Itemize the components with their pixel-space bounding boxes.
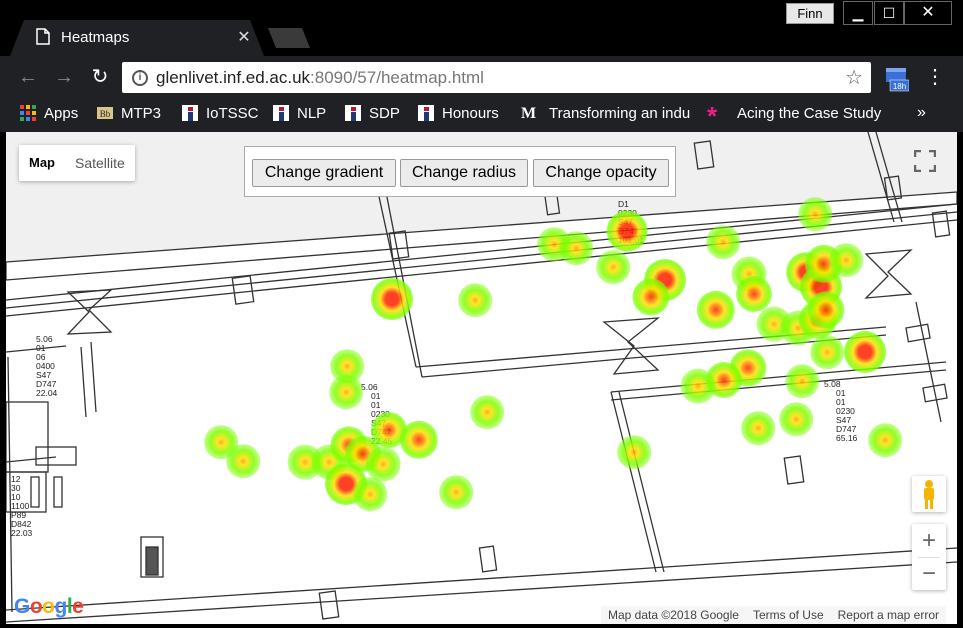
title-bar: Heatmaps ✕ Finn ▁ ☐ ✕ — [0, 0, 963, 56]
map-type-map-button[interactable]: Map — [19, 145, 65, 181]
heatmap-point — [779, 402, 813, 436]
heatmap-point — [365, 446, 401, 482]
minimize-button[interactable]: ▁ — [843, 1, 873, 25]
change-opacity-button[interactable]: Change opacity — [533, 159, 669, 187]
bookmark-transforming[interactable]: M Transforming an indu — [521, 105, 691, 125]
tab-title: Heatmaps — [61, 29, 130, 46]
menu-kebab-icon[interactable]: ⋮ — [925, 63, 945, 91]
fullscreen-icon[interactable] — [914, 150, 936, 172]
heatmap-point — [798, 197, 832, 231]
heatmap-point — [785, 364, 819, 398]
heatmap-point — [606, 210, 648, 252]
heatmap-point — [226, 444, 260, 478]
close-tab-icon[interactable]: ✕ — [236, 27, 252, 47]
bookmarks-overflow-icon[interactable]: » — [917, 104, 926, 122]
change-gradient-button[interactable]: Change gradient — [252, 159, 396, 187]
bookmark-honours[interactable]: Honours — [418, 105, 499, 125]
zoom-in-button[interactable]: + — [912, 524, 946, 557]
heatmap-point — [353, 477, 387, 511]
bookmark-label: NLP — [297, 105, 327, 122]
svg-text:22.04: 22.04 — [36, 388, 58, 398]
heatmap-point — [844, 331, 886, 373]
url-path: :8090/57/heatmap.html — [310, 68, 484, 87]
url-host: glenlivet.inf.ed.ac.uk — [156, 68, 311, 87]
map-type-satellite-button[interactable]: Satellite — [65, 145, 135, 181]
asterisk-icon: * — [707, 101, 718, 131]
profile-button[interactable]: Finn — [786, 3, 834, 24]
bookmark-label: MTP3 — [121, 105, 162, 122]
info-i-icon — [345, 105, 361, 121]
terms-of-use-link[interactable]: Terms of Use — [746, 606, 831, 624]
bookmark-label: Apps — [44, 105, 79, 122]
svg-text:65.16: 65.16 — [836, 433, 858, 443]
map-data-credit: Map data ©2018 Google — [608, 608, 739, 622]
heatmap-point — [736, 276, 772, 312]
close-window-button[interactable]: ✕ — [904, 1, 952, 25]
bookmarks-bar: Apps Bb MTP3 IoTSSC NLP SDP Honours M Tran… — [0, 98, 963, 132]
page-icon — [36, 28, 50, 45]
bookmark-label: Acing the Case Study — [737, 105, 882, 122]
heatmap-point — [559, 231, 593, 265]
blackboard-icon: Bb — [97, 107, 113, 119]
heatmap-point — [596, 250, 630, 284]
change-radius-button[interactable]: Change radius — [400, 159, 528, 187]
extension-badge: 18h — [893, 82, 906, 91]
map-attribution: Map data ©2018 Google Terms of Use Repor… — [601, 606, 946, 624]
svg-text:22.03: 22.03 — [11, 528, 33, 538]
bookmark-sdp[interactable]: SDP — [345, 105, 400, 125]
heatmap-point — [329, 375, 363, 409]
bookmark-mtp3[interactable]: Bb MTP3 — [97, 105, 161, 125]
heatmap-controls: Change gradient Change radius Change opa… — [244, 146, 676, 197]
heatmap-point — [706, 225, 740, 259]
bookmark-iotssc[interactable]: IoTSSC — [182, 105, 259, 125]
map-type-control: Map Satellite — [19, 145, 135, 181]
browser-window: Heatmaps ✕ Finn ▁ ☐ ✕ ← → ↻ i glenlivet.… — [0, 0, 963, 628]
heatmap-point — [868, 423, 902, 457]
heatmap-point — [439, 475, 473, 509]
pegman-icon — [924, 480, 934, 509]
bookmark-apps[interactable]: Apps — [20, 105, 78, 125]
heatmap-point — [829, 243, 863, 277]
bookmark-acing[interactable]: * Acing the Case Study — [707, 101, 882, 131]
heatmap-point — [680, 368, 716, 404]
heatmap-point — [741, 411, 775, 445]
bookmark-label: Transforming an indu — [549, 105, 691, 122]
bookmark-label: Honours — [442, 105, 499, 122]
heatmap-point — [371, 278, 413, 320]
heatmap-point — [617, 435, 651, 469]
info-icon[interactable]: i — [132, 70, 148, 86]
zoom-out-button[interactable]: − — [912, 557, 946, 590]
bookmark-star-icon[interactable]: ☆ — [845, 65, 863, 90]
info-i-icon — [182, 105, 198, 121]
url-text: glenlivet.inf.ed.ac.uk:8090/57/heatmap.h… — [156, 68, 484, 88]
bookmark-label: SDP — [369, 105, 400, 122]
map-viewport[interactable]: 5.060106 0400S47D74722.04 5.060101 0230S… — [6, 132, 957, 624]
info-i-icon — [418, 105, 434, 121]
heatmap-point — [458, 283, 492, 317]
apps-grid-icon — [20, 105, 36, 121]
google-logo[interactable]: Google — [14, 595, 84, 619]
extension-icon[interactable]: 18h — [885, 66, 909, 92]
heatmap-point — [810, 335, 844, 369]
back-arrow-icon[interactable]: ← — [16, 65, 40, 89]
new-tab-button[interactable] — [268, 28, 310, 48]
info-i-icon — [273, 105, 289, 121]
bookmark-nlp[interactable]: NLP — [273, 105, 326, 125]
forward-arrow-icon[interactable]: → — [52, 65, 76, 89]
report-map-error-link[interactable]: Report a map error — [831, 606, 946, 624]
browser-toolbar: ← → ↻ i glenlivet.inf.ed.ac.uk:8090/57/h… — [0, 56, 963, 98]
address-bar[interactable]: i glenlivet.inf.ed.ac.uk:8090/57/heatmap… — [122, 62, 871, 93]
zoom-separator — [918, 557, 940, 558]
bookmark-label: IoTSSC — [206, 105, 259, 122]
reload-icon[interactable]: ↻ — [88, 65, 112, 89]
heatmap-point — [470, 395, 504, 429]
zoom-control: + − — [912, 524, 946, 590]
medium-m-icon: M — [521, 105, 537, 122]
maximize-button[interactable]: ☐ — [874, 1, 904, 25]
svg-text:Bb: Bb — [100, 109, 111, 119]
street-view-pegman-button[interactable] — [912, 476, 946, 512]
